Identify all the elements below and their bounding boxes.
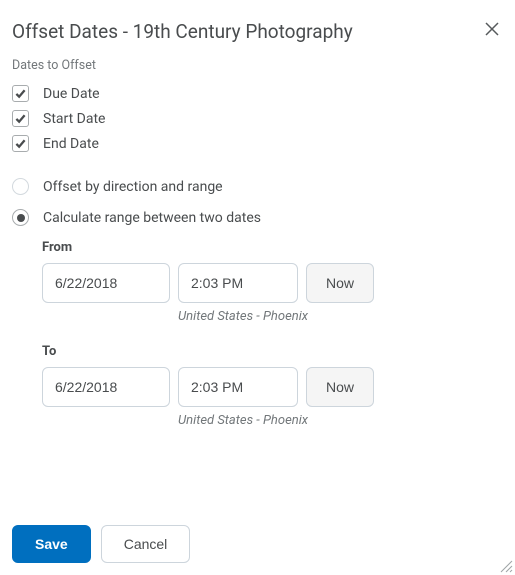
from-now-button[interactable]: Now	[306, 263, 374, 303]
radio-row-by-direction: Offset by direction and range	[12, 178, 503, 195]
from-time-input[interactable]	[178, 263, 298, 303]
from-input-row: Now	[42, 263, 503, 303]
to-now-button[interactable]: Now	[306, 367, 374, 407]
to-time-input[interactable]	[178, 367, 298, 407]
from-timezone: United States - Phoenix	[178, 309, 503, 324]
to-date-input[interactable]	[42, 367, 170, 407]
offset-by-direction-radio[interactable]	[12, 178, 29, 195]
close-icon	[485, 22, 499, 36]
calculate-range-section: From Now United States - Phoenix To Now …	[42, 240, 503, 428]
to-label: To	[42, 344, 503, 359]
resize-handle[interactable]	[497, 557, 513, 573]
due-date-label[interactable]: Due Date	[43, 86, 100, 102]
offset-checkbox-group: Due Date Start Date End Date	[12, 85, 503, 152]
cancel-button[interactable]: Cancel	[101, 525, 191, 563]
from-label: From	[42, 240, 503, 255]
close-button[interactable]	[481, 18, 503, 44]
to-timezone: United States - Phoenix	[178, 413, 503, 428]
checkbox-row-start-date: Start Date	[12, 110, 503, 127]
check-icon	[15, 113, 26, 124]
offset-by-direction-label[interactable]: Offset by direction and range	[43, 179, 223, 195]
dialog-header: Offset Dates - 19th Century Photography	[12, 18, 503, 44]
calculate-range-label[interactable]: Calculate range between two dates	[43, 210, 261, 226]
checkbox-row-end-date: End Date	[12, 135, 503, 152]
end-date-checkbox[interactable]	[12, 135, 29, 152]
to-block: To Now United States - Phoenix	[42, 344, 503, 428]
checkbox-row-due-date: Due Date	[12, 85, 503, 102]
dates-to-offset-label: Dates to Offset	[12, 58, 503, 73]
radio-row-calculate-range: Calculate range between two dates	[12, 209, 503, 226]
from-date-input[interactable]	[42, 263, 170, 303]
check-icon	[15, 88, 26, 99]
check-icon	[15, 138, 26, 149]
save-button[interactable]: Save	[12, 525, 91, 563]
to-input-row: Now	[42, 367, 503, 407]
end-date-label[interactable]: End Date	[43, 136, 99, 152]
dialog-title: Offset Dates - 19th Century Photography	[12, 20, 353, 43]
start-date-label[interactable]: Start Date	[43, 111, 105, 127]
offset-mode-radio-group: Offset by direction and range Calculate …	[12, 178, 503, 226]
start-date-checkbox[interactable]	[12, 110, 29, 127]
calculate-range-radio[interactable]	[12, 209, 29, 226]
due-date-checkbox[interactable]	[12, 85, 29, 102]
offset-dates-dialog: Offset Dates - 19th Century Photography …	[0, 0, 515, 575]
from-block: From Now United States - Phoenix	[42, 240, 503, 324]
dialog-footer: Save Cancel	[12, 525, 503, 563]
resize-icon	[497, 557, 513, 573]
